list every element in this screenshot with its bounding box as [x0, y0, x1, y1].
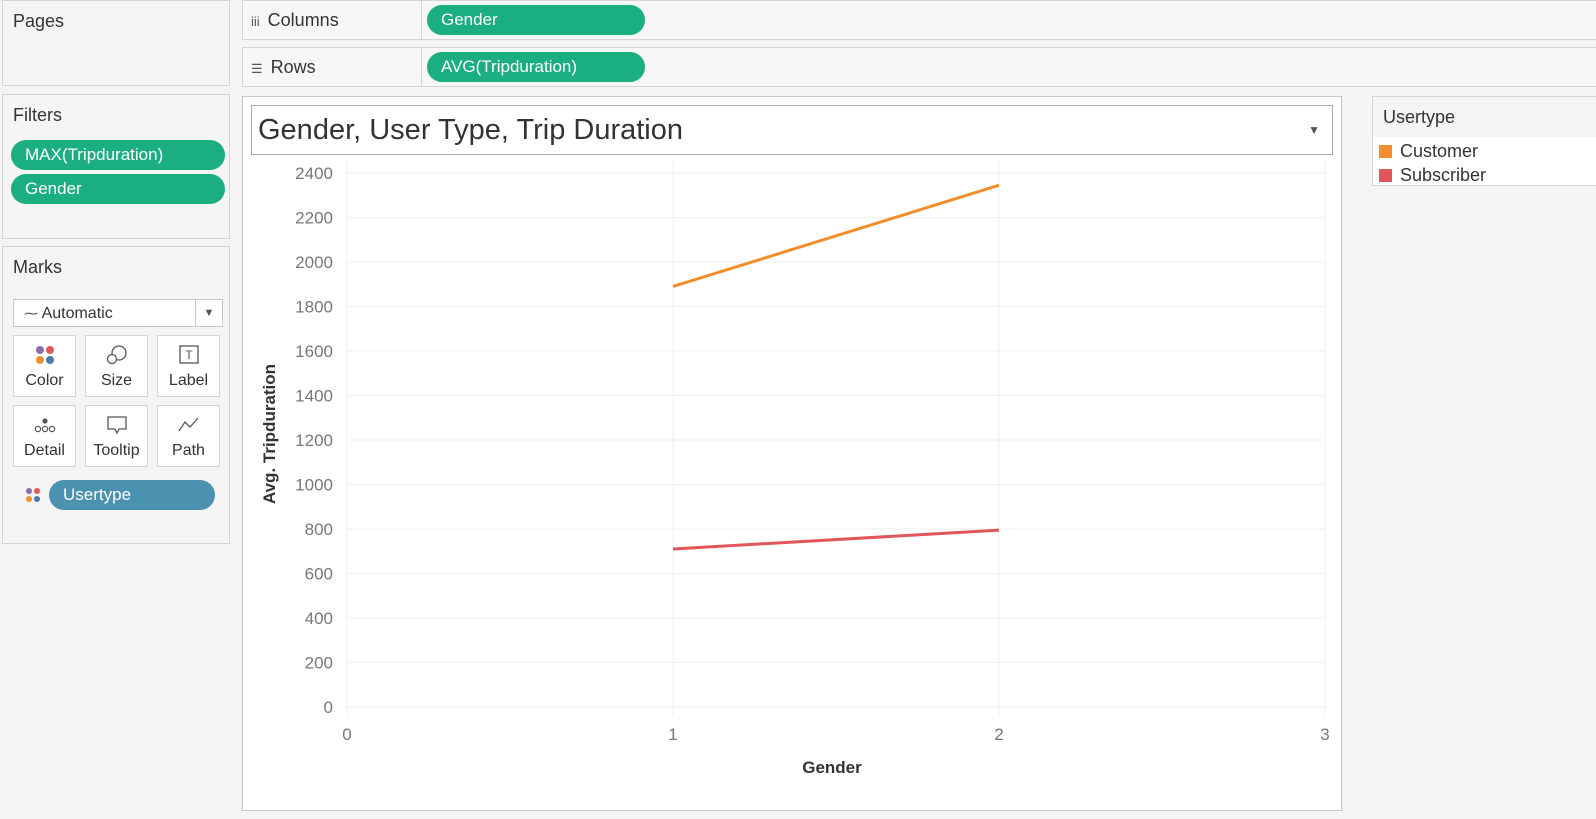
x-tick-label: 3: [1320, 725, 1329, 744]
y-tick-label: 1400: [295, 387, 333, 406]
legend-item-subscriber[interactable]: Subscriber: [1379, 165, 1486, 186]
rows-shelf-label: ☰ Rows: [251, 48, 316, 86]
detail-card-label: Detail: [24, 442, 65, 459]
usertype-color-pill[interactable]: Usertype: [49, 480, 215, 510]
chevron-down-icon[interactable]: ▼: [195, 300, 222, 326]
label-card-label: Label: [168, 372, 209, 389]
rows-shelf[interactable]: ☰ Rows AVG(Tripduration): [242, 47, 1596, 87]
pages-title: Pages: [13, 11, 65, 31]
columns-shelf[interactable]: iii Columns Gender: [242, 0, 1596, 40]
legend-swatch-customer: [1379, 145, 1392, 158]
legend-item-customer[interactable]: Customer: [1379, 141, 1478, 162]
y-tick-label: 1200: [295, 431, 333, 450]
grid-lines: [346, 159, 1326, 715]
columns-shelf-label: iii Columns: [251, 1, 339, 39]
y-axis-label: Avg. Tripduration: [260, 364, 279, 504]
tooltip-card-label: Tooltip: [93, 442, 140, 459]
y-tick-label: 200: [305, 654, 333, 673]
filters-title: Filters: [13, 105, 62, 125]
path-card[interactable]: Path: [157, 405, 220, 467]
viz-area: Gender, User Type, Trip Duration ▼ 0 200 4…: [242, 96, 1342, 811]
color-encoding-icon: [25, 487, 41, 508]
pages-panel: Pages: [2, 0, 230, 86]
y-tick-label: 800: [305, 520, 333, 539]
x-tick-label: 0: [342, 725, 351, 744]
filter-pill-max-tripduration[interactable]: MAX(Tripduration): [11, 140, 225, 170]
size-icon: [86, 344, 147, 366]
rows-icon: ☰: [251, 61, 263, 76]
series-line-customer[interactable]: [672, 183, 1000, 288]
line-chart: 0 200 400 600 800 1000 1200 1400 1600 1800 2000 220…: [260, 159, 1330, 777]
legend-title: Usertype: [1373, 97, 1596, 137]
y-tick-label: 2200: [295, 209, 333, 228]
shelf-divider: [421, 1, 422, 39]
rows-pill-avg-tripduration[interactable]: AVG(Tripduration): [427, 52, 645, 82]
line-mark-icon: ⁓: [24, 305, 38, 321]
y-axis-ticks: 0 200 400 600 800 1000 1200 1400 1600 1800 2000 220…: [295, 164, 333, 717]
filter-pill-gender[interactable]: Gender: [11, 174, 225, 204]
tooltip-icon: [86, 414, 147, 436]
columns-icon: iii: [251, 14, 260, 29]
legend-label-subscriber: Subscriber: [1400, 165, 1487, 185]
size-card[interactable]: Size: [85, 335, 148, 397]
y-tick-label: 1600: [295, 342, 333, 361]
rows-label-text: Rows: [270, 57, 316, 77]
series-line-subscriber[interactable]: [672, 528, 1000, 551]
tooltip-card[interactable]: Tooltip: [85, 405, 148, 467]
series-lines: [672, 183, 1000, 551]
y-tick-label: 1000: [295, 476, 333, 495]
mark-type-dropdown[interactable]: ⁓ Automatic ▼: [13, 299, 223, 327]
y-tick-label: 400: [305, 609, 333, 628]
x-tick-label: 2: [994, 725, 1003, 744]
usertype-legend: Usertype Customer Subscriber: [1372, 96, 1596, 186]
mark-type-value: Automatic: [41, 305, 113, 322]
x-axis-ticks: 0 1 2 3: [342, 725, 1329, 744]
color-icon: [14, 344, 75, 366]
path-icon: [158, 414, 219, 436]
y-tick-label: 2400: [295, 164, 333, 183]
y-tick-label: 2000: [295, 253, 333, 272]
legend-label-customer: Customer: [1400, 141, 1479, 161]
y-tick-label: 1800: [295, 298, 333, 317]
color-card-label: Color: [25, 372, 64, 389]
svg-text:T: T: [185, 348, 193, 362]
columns-label-text: Columns: [267, 10, 339, 30]
shelf-divider: [421, 48, 422, 86]
marks-panel: Marks ⁓ Automatic ▼ Color Size T Label D…: [2, 246, 230, 544]
x-tick-label: 1: [668, 725, 677, 744]
marks-title: Marks: [13, 257, 62, 277]
filters-panel: Filters MAX(Tripduration) Gender: [2, 94, 230, 239]
path-card-label: Path: [172, 442, 205, 459]
detail-card[interactable]: Detail: [13, 405, 76, 467]
y-tick-label: 600: [305, 565, 333, 584]
y-tick-label: 0: [324, 698, 333, 717]
x-axis-label: Gender: [802, 758, 862, 777]
label-card[interactable]: T Label: [157, 335, 220, 397]
columns-pill-gender[interactable]: Gender: [427, 5, 645, 35]
text-label-icon: T: [158, 344, 219, 366]
detail-icon: [14, 414, 75, 436]
legend-swatch-subscriber: [1379, 169, 1392, 182]
color-card[interactable]: Color: [13, 335, 76, 397]
size-card-label: Size: [100, 372, 133, 389]
